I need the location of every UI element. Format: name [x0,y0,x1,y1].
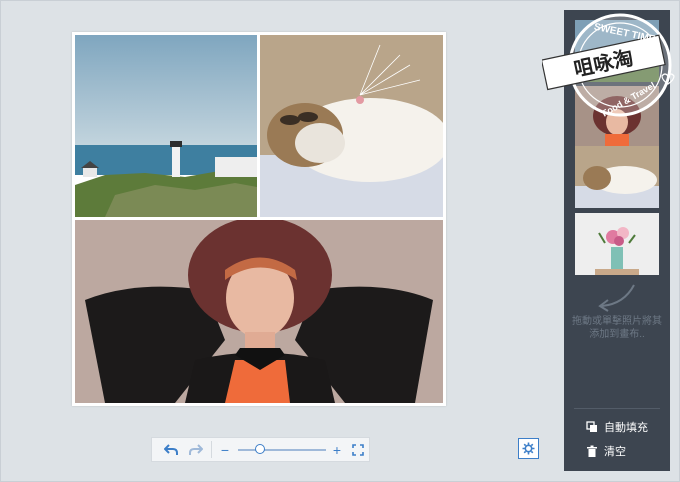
trash-icon [587,445,597,457]
redo-arrow-icon [189,443,203,455]
zoom-slider-track[interactable] [238,449,326,451]
zoom-out-button[interactable]: − [214,438,236,461]
fit-screen-icon [352,443,364,456]
gear-icon [522,442,535,455]
collage-canvas[interactable] [72,32,446,406]
collage-cell-lighthouse[interactable] [75,35,257,217]
autofill-button[interactable]: 自動填充 [586,418,648,436]
undo-arrow-icon [164,443,178,455]
sidebar-divider [574,408,660,409]
autofill-label: 自動填充 [604,422,648,434]
watermark-logo: 咀咏淘 SWEET TIME Food & Travel [542,13,675,119]
photo-thumbnail[interactable] [575,213,659,275]
collage-cell-cat[interactable] [260,35,443,217]
undo-button[interactable] [160,438,182,461]
zoom-slider-handle[interactable] [255,444,265,454]
redo-button[interactable] [185,438,207,461]
copy-icon [586,421,597,432]
photo-thumbnail[interactable] [575,146,659,208]
zoom-in-button[interactable]: + [326,438,348,461]
drop-hint-arrow-icon [598,284,635,312]
clear-label: 清空 [604,446,626,458]
collage-cell-woman[interactable] [75,220,443,403]
fit-screen-button[interactable] [347,438,369,461]
toolbar-divider [211,441,212,458]
zoom-toolbar: − + [151,437,370,462]
clear-button[interactable]: 清空 [586,442,626,460]
drop-hint-text: 拖動或單擊照片將其添加到畫布.. [572,316,662,340]
settings-button[interactable] [518,438,539,459]
